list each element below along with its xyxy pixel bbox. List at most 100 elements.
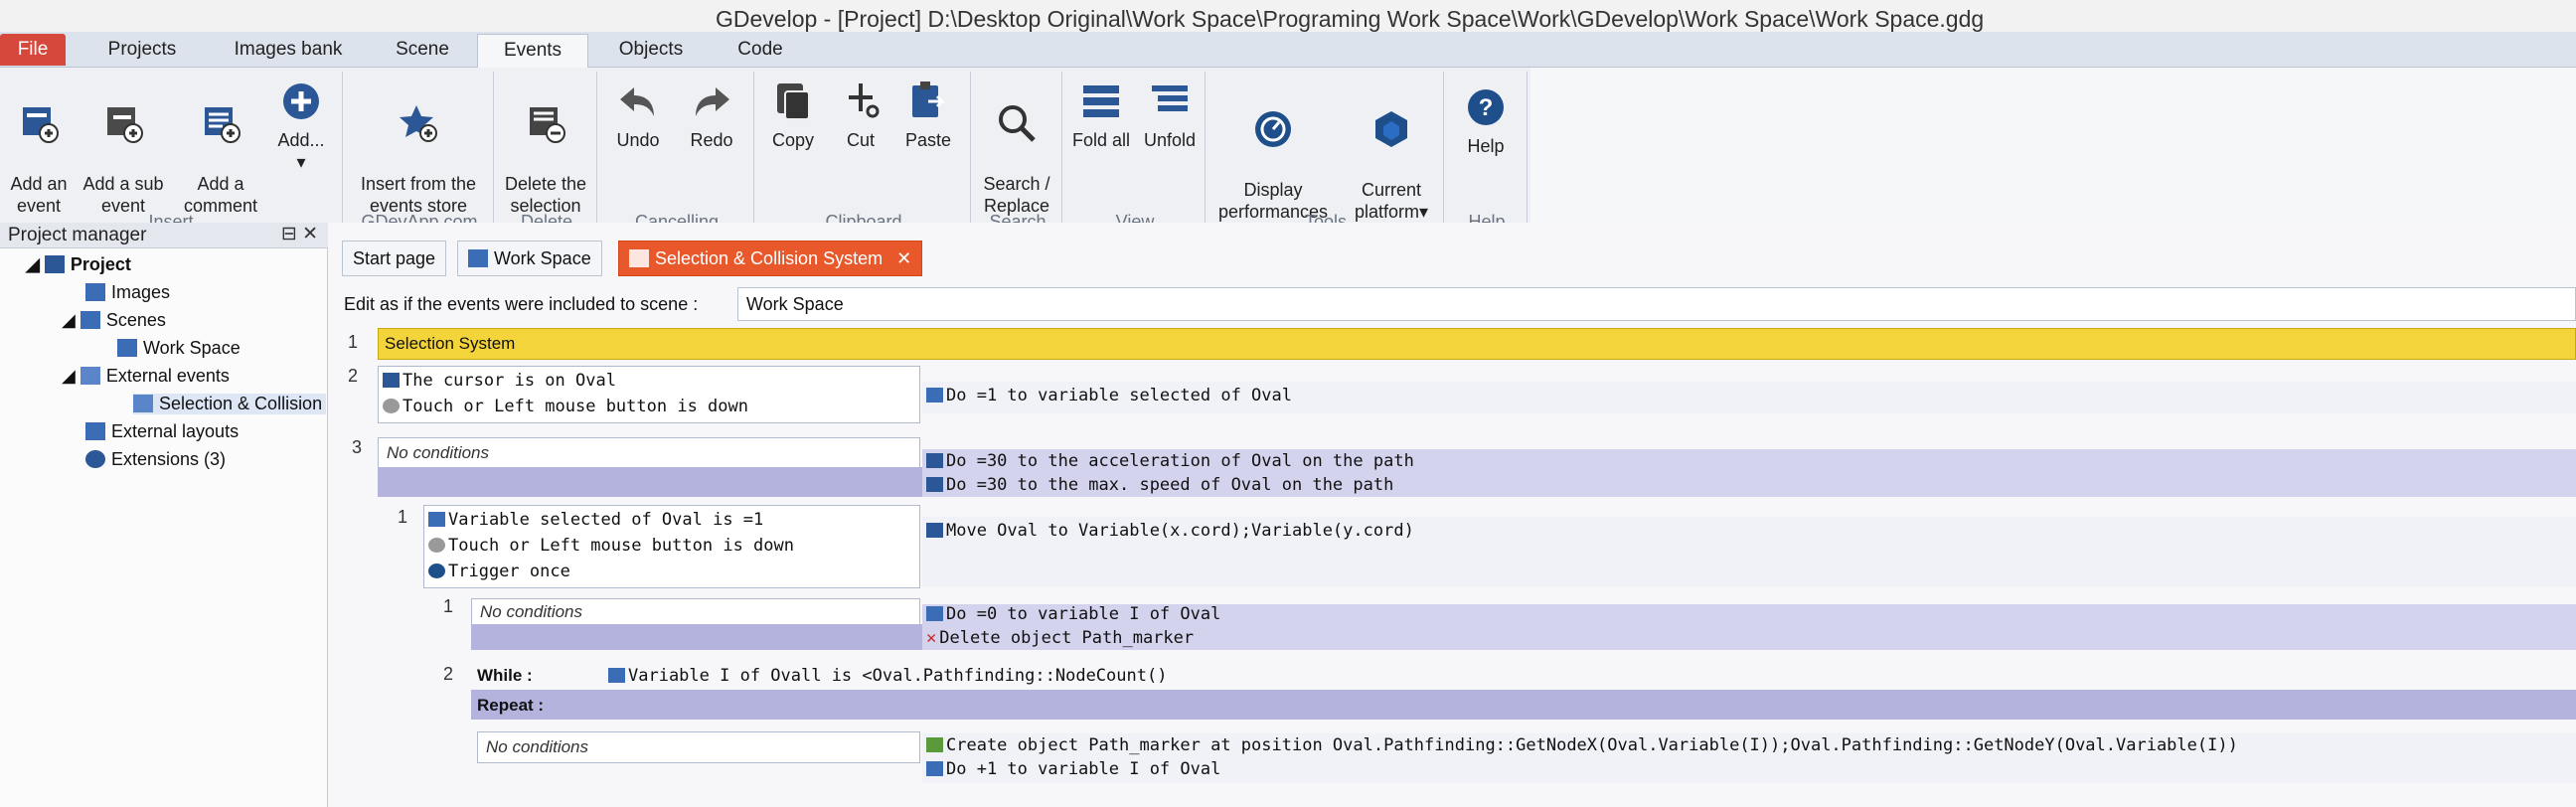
tab-work-space[interactable]: Work Space [457,241,602,276]
tab-work-space-label: Work Space [494,248,591,268]
current-platform-button[interactable]: Current platform▾ [1344,85,1439,223]
action-line[interactable]: ✕ Delete object Path_marker [926,628,1194,648]
action-block[interactable]: Do =30 to the acceleration of Oval on th… [922,449,2576,497]
tree-item-scenes[interactable]: ◢ Scenes [62,310,166,331]
tab-file[interactable]: File [0,34,66,66]
event-number: 1 [398,507,408,527]
help-icon: ? [1468,89,1504,125]
events-editor: Start page Work Space Selection & Collis… [328,223,2576,807]
trigger-once-icon [428,564,445,578]
action-line[interactable]: Do +1 to variable I of Oval [926,759,1220,779]
action-text: Do =1 to variable selected of Oval [946,386,1292,405]
action-line[interactable]: Do =30 to the max. speed of Oval on the … [926,475,1393,495]
no-conditions-label: No conditions [480,602,583,621]
cut-icon [849,83,880,118]
condition-text: The cursor is on Oval [402,371,616,391]
condition-block[interactable]: No conditions [477,731,920,763]
add-event-button[interactable]: Add an event [4,80,74,217]
scene-select[interactable]: Work Space [737,287,2576,321]
ribbon-tab-bar: File Projects Images bank Scene Events O… [0,32,2576,69]
tree-item-external-layouts[interactable]: External layouts [85,421,239,442]
action-block[interactable]: Create object Path_marker at position Ov… [922,733,2576,783]
unfold-label: Unfold [1143,130,1197,150]
event-number: 1 [348,332,359,352]
panel-controls[interactable]: ⊟ ✕ [281,223,318,245]
condition-block[interactable]: The cursor is on Oval Touch or Left mous… [378,366,920,423]
event-number: 1 [443,596,454,616]
action-line[interactable]: Do =0 to variable I of Oval [926,604,1220,624]
copy-button[interactable]: Copy [761,80,825,151]
add-more-arrow: ▾ [296,152,306,172]
action-block[interactable]: Move Oval to Variable(x.cord);Variable(y… [922,517,2576,586]
condition-line[interactable]: Variable selected of Oval is =1 [428,510,763,530]
group-view: Fold all Unfold View [1065,72,1206,235]
tree-item-project[interactable]: ◢ Project [26,254,131,275]
tab-objects[interactable]: Objects [596,34,706,66]
redo-button[interactable]: Redo [680,80,743,151]
tab-code[interactable]: Code [716,34,805,66]
unfold-button[interactable]: Unfold [1137,80,1203,151]
while-condition-text: Variable I of Ovall is <Oval.Pathfinding… [628,666,1168,686]
condition-line[interactable]: The cursor is on Oval [383,371,616,391]
tab-images-bank[interactable]: Images bank [219,34,358,66]
tree-item-images[interactable]: Images [85,282,170,303]
create-object-icon [926,737,943,752]
tab-selection-collision[interactable]: Selection & Collision System ✕ [618,241,923,276]
condition-text: Touch or Left mouse button is down [448,536,794,556]
tab-projects[interactable]: Projects [87,34,197,66]
fold-all-button[interactable]: Fold all [1067,80,1135,151]
close-tab-icon[interactable]: ✕ [896,248,911,268]
expand-arrow-icon[interactable]: ◢ [62,366,80,386]
event-number: 3 [352,437,363,457]
tab-start-page[interactable]: Start page [342,241,447,276]
add-more-button[interactable]: Add... ▾ [266,80,336,173]
tree-item-work-space[interactable]: Work Space [117,338,241,359]
search-replace-button[interactable]: Search / Replace [974,80,1059,217]
add-sub-event-label: Add a sub event [82,174,164,216]
condition-line[interactable]: Touch or Left mouse button is down [428,536,794,556]
condition-line[interactable]: Trigger once [428,562,570,581]
no-conditions-label: No conditions [387,443,490,462]
comment-event[interactable]: Selection System [378,328,2576,360]
group-insert: Add an event Add a sub event Add a comme… [0,72,343,235]
copy-label: Copy [771,130,815,150]
tree-item-external-events[interactable]: ◢ External events [62,366,230,387]
action-line[interactable]: Do =30 to the acceleration of Oval on th… [926,451,1414,471]
copy-icon [777,83,810,120]
action-line[interactable]: Move Oval to Variable(x.cord);Variable(y… [926,521,1414,541]
tab-scene[interactable]: Scene [378,34,467,66]
action-block[interactable]: Do =0 to variable I of Oval ✕ Delete obje… [922,604,2576,650]
add-comment-button[interactable]: Add a comment [179,80,262,217]
extensions-icon [85,450,105,468]
paste-button[interactable]: Paste [896,80,960,151]
tab-events[interactable]: Events [477,34,588,69]
cut-button[interactable]: Cut [829,80,892,151]
fold-all-icon [1083,85,1119,117]
expand-arrow-icon[interactable]: ◢ [62,310,80,330]
tree-item-extensions[interactable]: Extensions (3) [85,449,226,470]
condition-line[interactable]: Touch or Left mouse button is down [383,397,748,416]
add-sub-event-button[interactable]: Add a sub event [76,80,171,217]
scene-select-value: Work Space [746,294,844,314]
tree-item-selection-collision[interactable]: Selection & Collision [133,394,327,414]
condition-block[interactable]: No conditions [378,437,920,469]
display-performances-button[interactable]: Display performances [1208,85,1338,223]
add-comment-icon [205,107,241,143]
variable-icon [428,512,445,527]
condition-block[interactable]: Variable selected of Oval is =1 Touch or… [423,505,920,588]
add-event-label: Add an event [10,174,68,216]
condition-block[interactable]: No conditions [471,598,920,626]
while-condition[interactable]: Variable I of Ovall is <Oval.Pathfinding… [608,666,1167,686]
group-help: ? Help Help [1447,72,1528,235]
insert-from-store-button[interactable]: Insert from the events store [346,80,491,217]
delete-selection-button[interactable]: Delete the selection [497,80,594,217]
events-sheet-icon [629,249,649,267]
expand-arrow-icon[interactable]: ◢ [26,254,45,274]
events-sheet-icon [133,395,153,412]
action-line[interactable]: Do =1 to variable selected of Oval [926,386,1292,405]
action-block[interactable]: Do =1 to variable selected of Oval [922,382,2576,413]
help-button[interactable]: ? Help [1447,85,1525,157]
undo-button[interactable]: Undo [606,80,670,151]
action-line[interactable]: Create object Path_marker at position Ov… [926,735,2238,755]
group-gdevapp: Insert from the events store GDevApp.com [346,72,494,235]
